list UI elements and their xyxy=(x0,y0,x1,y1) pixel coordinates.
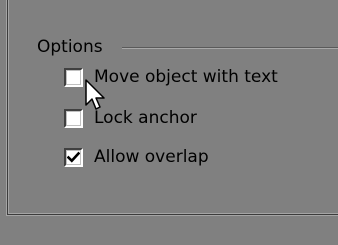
allow-overlap-option[interactable]: Allow overlap xyxy=(64,146,209,168)
options-group-title: Options xyxy=(37,37,103,57)
lock-anchor-checkbox[interactable] xyxy=(64,108,83,128)
allow-overlap-checkbox[interactable] xyxy=(64,147,83,167)
check-icon xyxy=(67,151,80,163)
move-object-with-text-label: Move object with text xyxy=(94,67,278,87)
options-panel: Options Move object with text Lock ancho… xyxy=(0,0,338,245)
group-box-border xyxy=(122,47,338,49)
arrow-cursor-icon xyxy=(85,79,105,110)
lock-anchor-label: Lock anchor xyxy=(94,108,197,128)
allow-overlap-label: Allow overlap xyxy=(94,147,209,167)
move-object-with-text-checkbox[interactable] xyxy=(64,67,83,87)
